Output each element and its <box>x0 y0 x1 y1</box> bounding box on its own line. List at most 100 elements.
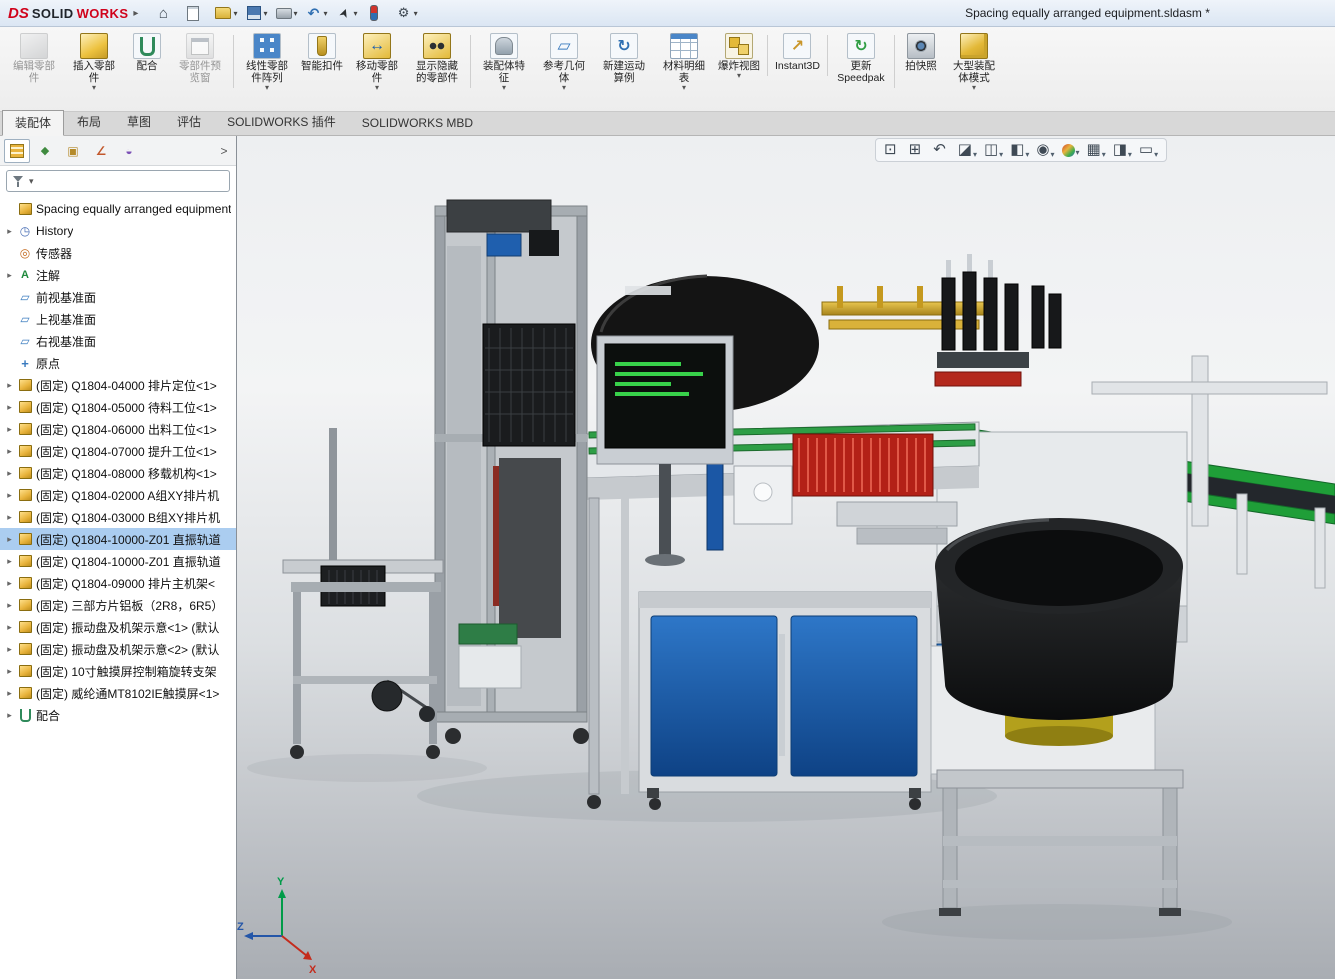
tree-item[interactable]: 前视基准面 <box>0 286 236 308</box>
tree-item[interactable]: (固定) 振动盘及机架示意<2> (默认 <box>0 638 236 660</box>
ribbon-button[interactable]: 线性零部件阵列 <box>237 29 297 94</box>
view-tool-button[interactable] <box>958 141 977 159</box>
view-tool-button[interactable] <box>1036 141 1054 159</box>
tree-item[interactable]: History <box>0 220 236 242</box>
tree-item[interactable]: (固定) Q1804-10000-Z01 直振轨道 <box>0 550 236 572</box>
ribbon-button[interactable]: 移动零部件 <box>347 29 407 94</box>
tree-root-item[interactable]: Spacing equally arranged equipment <box>0 198 236 220</box>
ribbon-button[interactable]: 更新 Speedpak <box>831 29 891 94</box>
expand-arrow-icon[interactable] <box>5 226 14 237</box>
expand-arrow-icon[interactable] <box>5 270 14 281</box>
tree-item[interactable]: (固定) Q1804-09000 排片主机架< <box>0 572 236 594</box>
view-tool-button[interactable] <box>1087 141 1106 159</box>
panel-tab[interactable] <box>4 139 30 163</box>
ribbon-button[interactable]: 材料明细表 <box>654 29 714 94</box>
expand-arrow-icon[interactable] <box>5 402 14 413</box>
tree-item[interactable]: (固定) Q1804-02000 A组XY排片机 <box>0 484 236 506</box>
tree-item[interactable]: 注解 <box>0 264 236 286</box>
tree-item[interactable]: (固定) Q1804-05000 待料工位<1> <box>0 396 236 418</box>
command-tab[interactable]: 评估 <box>164 109 214 135</box>
tree-item[interactable]: (固定) 三部方片铝板（2R8，6R5） <box>0 594 236 616</box>
tree-item[interactable]: (固定) Q1804-04000 排片定位<1> <box>0 374 236 396</box>
expand-arrow-icon[interactable] <box>5 468 14 479</box>
expand-arrow-icon[interactable] <box>5 578 14 589</box>
command-tab[interactable]: SOLIDWORKS 插件 <box>214 109 349 135</box>
tree-item[interactable]: (固定) Q1804-03000 B组XY排片机 <box>0 506 236 528</box>
expand-arrow-icon[interactable] <box>5 600 14 611</box>
ribbon-button[interactable]: 插入零部件 <box>64 29 124 94</box>
panel-tab[interactable] <box>88 139 114 163</box>
panel-tab[interactable] <box>116 139 142 163</box>
tree-filter[interactable] <box>6 170 230 192</box>
tree-item[interactable]: 原点 <box>0 352 236 374</box>
qat-button[interactable] <box>363 3 390 23</box>
command-tab[interactable]: 布局 <box>64 109 114 135</box>
tree-item[interactable]: (固定) Q1804-10000-Z01 直振轨道 <box>0 528 236 550</box>
view-tool-button[interactable] <box>984 141 1003 159</box>
tree-item[interactable]: 上视基准面 <box>0 308 236 330</box>
qat-button[interactable] <box>182 3 209 23</box>
view-tool-icon <box>984 141 998 159</box>
qat-button[interactable] <box>273 3 300 23</box>
tree-item[interactable]: (固定) Q1804-08000 移载机构<1> <box>0 462 236 484</box>
ribbon-button[interactable]: 编辑零部件 <box>4 29 64 94</box>
qat-button[interactable] <box>333 3 360 23</box>
expand-arrow-icon[interactable] <box>5 688 14 699</box>
command-tab[interactable]: 草图 <box>114 109 164 135</box>
panel-tab[interactable] <box>32 139 58 163</box>
tree-item[interactable]: 右视基准面 <box>0 330 236 352</box>
panel-expand-icon[interactable] <box>216 141 232 161</box>
command-tab[interactable]: SOLIDWORKS MBD <box>349 112 486 135</box>
tree-item[interactable]: 配合 <box>0 704 236 726</box>
expand-arrow-icon[interactable] <box>5 644 14 655</box>
ribbon-button[interactable]: 显示隐藏的零部件 <box>407 29 467 94</box>
panel-tab[interactable] <box>60 139 86 163</box>
expand-arrow-icon[interactable] <box>5 424 14 435</box>
view-tool-button[interactable] <box>884 141 902 159</box>
expand-arrow-icon[interactable] <box>5 490 14 501</box>
expand-arrow-icon[interactable] <box>5 710 14 721</box>
tree-item[interactable]: (固定) Q1804-06000 出料工位<1> <box>0 418 236 440</box>
ribbon-button[interactable]: 配合 <box>124 29 170 82</box>
command-tab[interactable]: 装配体 <box>2 110 64 136</box>
qat-button[interactable] <box>303 3 330 23</box>
qat-button[interactable] <box>152 3 179 23</box>
tree-item[interactable]: (固定) 10寸触摸屏控制箱旋转支架 <box>0 660 236 682</box>
tree-item[interactable]: 传感器 <box>0 242 236 264</box>
expand-arrow-icon[interactable] <box>5 556 14 567</box>
expand-arrow-icon[interactable] <box>5 446 14 457</box>
view-tool-button[interactable] <box>933 141 951 159</box>
dropdown-arrow-icon[interactable] <box>29 176 34 187</box>
qat-button[interactable] <box>393 3 420 23</box>
expand-arrow-icon[interactable] <box>5 380 14 391</box>
ribbon-button[interactable]: 拍快照 <box>898 29 944 82</box>
ribbon-button[interactable]: 大型装配体模式 <box>944 29 1004 94</box>
tree-item[interactable]: (固定) 振动盘及机架示意<1> (默认 <box>0 616 236 638</box>
tree-item[interactable]: (固定) 威纶通MT8102IE触摸屏<1> <box>0 682 236 704</box>
view-tool-button[interactable] <box>1113 141 1132 159</box>
qat-button[interactable] <box>243 3 270 23</box>
menu-expand-icon[interactable] <box>131 8 140 19</box>
expand-arrow-icon[interactable] <box>5 512 14 523</box>
view-tool-button[interactable] <box>909 141 927 159</box>
graphics-viewport[interactable]: Y Z X <box>237 136 1335 979</box>
ribbon-button[interactable]: 零部件预览窗 <box>170 29 230 94</box>
expand-arrow-icon[interactable] <box>5 534 14 545</box>
tree-item[interactable]: (固定) Q1804-07000 提升工位<1> <box>0 440 236 462</box>
tree-item-icon <box>17 664 33 679</box>
ribbon-button[interactable]: 爆炸视图 <box>714 29 764 82</box>
view-tool-button[interactable] <box>1139 141 1158 159</box>
view-tool-button[interactable] <box>1010 141 1029 159</box>
ribbon-button[interactable]: Instant3D <box>771 29 824 82</box>
dropdown-arrow-icon <box>999 150 1003 159</box>
qat-button[interactable] <box>212 3 239 23</box>
expand-arrow-icon[interactable] <box>5 666 14 677</box>
expand-arrow-icon[interactable] <box>5 622 14 633</box>
ribbon-button[interactable]: 智能扣件 <box>297 29 347 82</box>
ribbon-button[interactable]: 参考几何体 <box>534 29 594 94</box>
ribbon-button[interactable]: 装配体特征 <box>474 29 534 94</box>
axis-y-label: Y <box>277 876 285 888</box>
ribbon-button[interactable]: 新建运动算例 <box>594 29 654 94</box>
model-left-platform <box>283 428 443 759</box>
view-tool-button[interactable] <box>1062 144 1080 157</box>
